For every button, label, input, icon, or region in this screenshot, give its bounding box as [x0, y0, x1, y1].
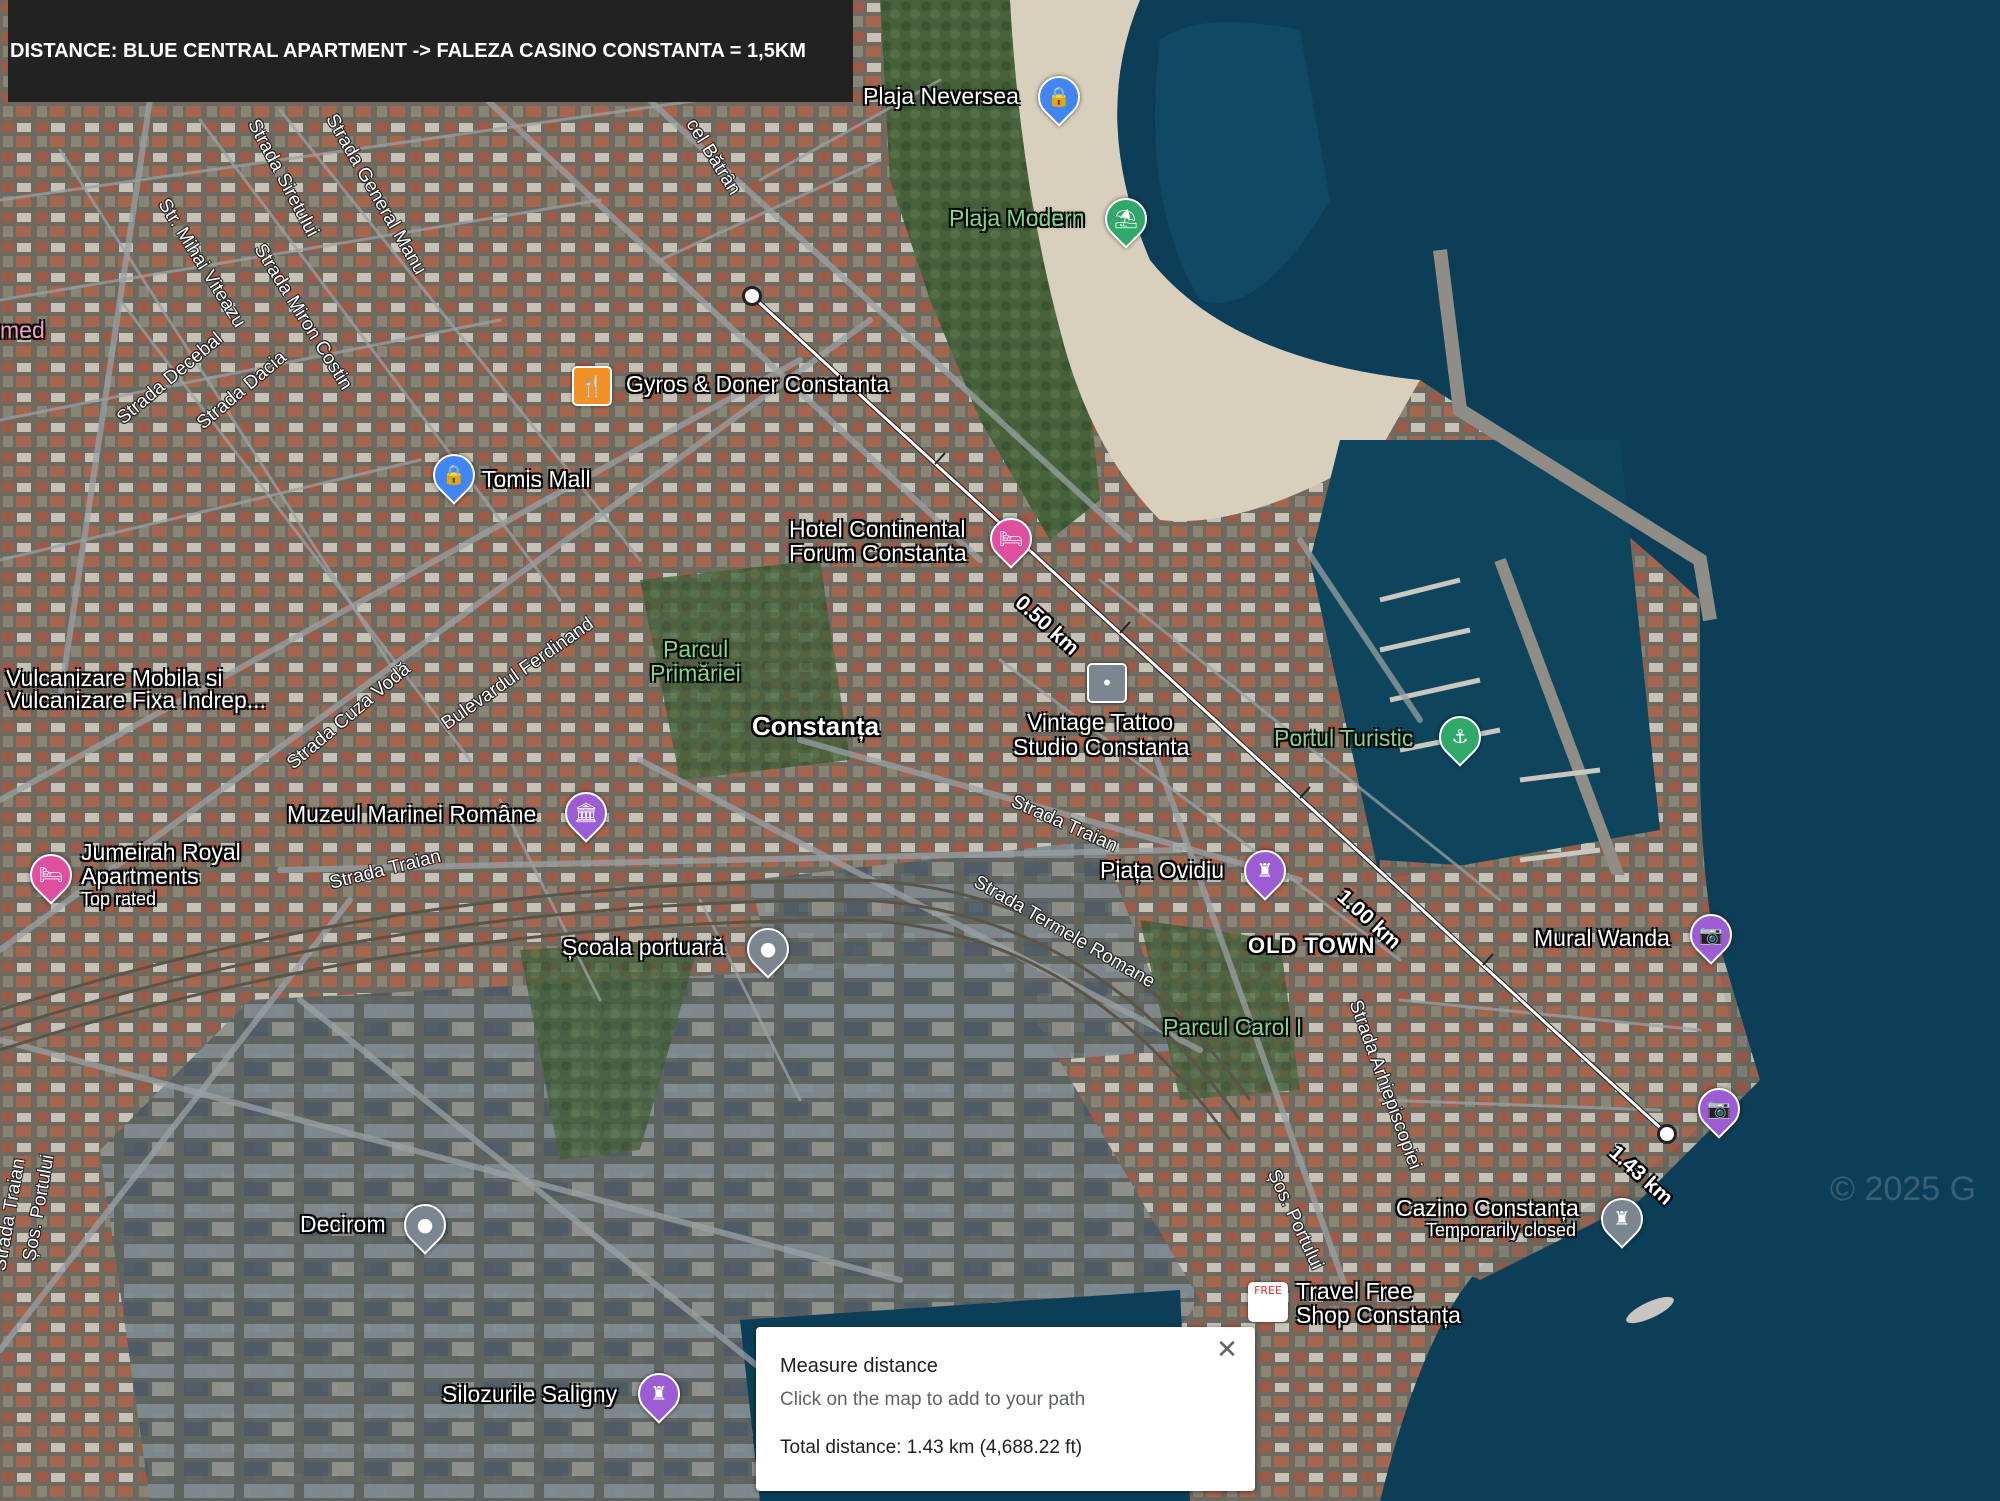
place-label-travel-free-line2[interactable]: Shop Constanța — [1296, 1303, 1461, 1327]
place-label-tomis-mall[interactable]: Tomis Mall — [482, 467, 591, 491]
measure-start-point[interactable] — [742, 286, 762, 306]
place-label-hotel-continental[interactable]: Hotel Continental — [789, 517, 965, 541]
place-label-parcul-primariei[interactable]: Parcul — [663, 637, 728, 661]
place-label-vulcanizare-line2[interactable]: Vulcanizare Fixa Indrep... — [6, 688, 266, 712]
place-label-parcul-carol[interactable]: Parcul Carol I — [1163, 1015, 1302, 1039]
place-label-hotel-continental-line2[interactable]: Forum Constanta — [789, 541, 967, 565]
map-watermark: © 2025 G — [1830, 1170, 1977, 1208]
place-label-plaja-neversea[interactable]: Plaja Neversea — [863, 84, 1019, 108]
place-label-piata-ovidiu[interactable]: Piața Ovidiu — [1100, 858, 1224, 882]
place-label-cazino-status: Temporarily closed — [1426, 1220, 1577, 1240]
place-label-parcul-primariei-line2[interactable]: Primăriei — [650, 661, 741, 685]
place-label-jumeirah[interactable]: Jumeirah Royal — [81, 840, 241, 864]
close-icon[interactable]: ✕ — [1209, 1332, 1245, 1368]
place-label-decirom[interactable]: Decirom — [300, 1212, 386, 1236]
place-label-cazino[interactable]: Cazino Constanța — [1396, 1196, 1579, 1220]
location-dot-icon[interactable]: • — [1087, 663, 1127, 703]
distance-banner: DISTANCE: BLUE CENTRAL APARTMENT -> FALE… — [8, 0, 853, 102]
measure-line-inner — [750, 294, 1669, 1136]
place-label-muzeul-marinei[interactable]: Muzeul Marinei Române — [287, 802, 536, 826]
place-label-jumeirah-line2[interactable]: Apartments — [81, 864, 199, 888]
place-label-silozurile[interactable]: Silozurile Saligny — [442, 1382, 617, 1406]
area-label-old-town: OLD TOWN — [1248, 933, 1376, 958]
place-label-gyros[interactable]: Gyros & Doner Constanta — [626, 372, 889, 396]
place-label-vintage-tattoo-line2[interactable]: Studio Constanta — [1013, 735, 1189, 759]
place-label-med: med — [0, 317, 45, 343]
distance-banner-text: DISTANCE: BLUE CENTRAL APARTMENT -> FALE… — [10, 40, 806, 62]
place-label-jumeirah-rating: Top rated — [81, 889, 157, 909]
place-label-portul-turistic[interactable]: Portul Turistic — [1274, 726, 1413, 750]
fork-knife-icon[interactable]: 🍴 — [572, 366, 612, 406]
measure-distance-panel: Measure distance Click on the map to add… — [756, 1327, 1255, 1491]
place-label-travel-free[interactable]: Travel Free — [1296, 1279, 1413, 1303]
shopping-bag-icon[interactable]: FREE — [1248, 1282, 1288, 1322]
total-distance: Total distance: 1.43 km (4,688.22 ft) — [780, 1437, 1083, 1458]
measure-end-point[interactable] — [1657, 1124, 1677, 1144]
place-label-plaja-modern[interactable]: Plaja Modern — [949, 206, 1085, 230]
panel-title: Measure distance — [780, 1355, 938, 1377]
city-label-constanta: Constanța — [752, 711, 880, 741]
place-label-mural-wanda[interactable]: Mural Wanda — [1534, 926, 1670, 950]
place-label-scoala-portuara[interactable]: Școala portuară — [562, 935, 724, 959]
panel-hint: Click on the map to add to your path — [780, 1389, 1086, 1410]
place-label-vintage-tattoo[interactable]: Vintage Tattoo — [1027, 710, 1173, 734]
